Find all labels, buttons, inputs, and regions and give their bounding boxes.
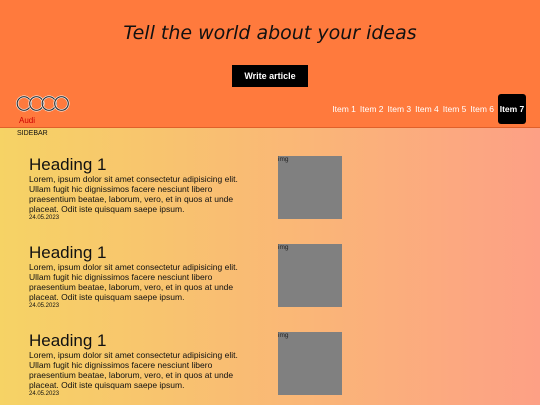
nav-item-2[interactable]: Item 2 (359, 104, 385, 114)
image-alt-text: img (278, 332, 289, 339)
article-date: 24.05.2023 (29, 215, 60, 221)
write-article-button[interactable]: Write article (232, 65, 308, 87)
nav-menu: Item 1 Item 2 Item 3 Item 4 Item 5 Item … (329, 94, 526, 124)
logo-text: Audi (19, 116, 36, 125)
nav-item-5[interactable]: Item 5 (442, 104, 468, 114)
nav-item-7[interactable]: Item 7 (498, 94, 526, 124)
audi-rings-icon (16, 95, 70, 112)
article-heading[interactable]: Heading 1 (29, 244, 107, 262)
article-body: Lorem, ipsum dolor sit amet consectetur … (29, 262, 238, 302)
article-card[interactable]: Heading 1 Lorem, ipsum dolor sit amet co… (29, 244, 349, 314)
nav-item-3[interactable]: Item 3 (387, 104, 413, 114)
article-image[interactable]: img (278, 244, 342, 307)
article-heading[interactable]: Heading 1 (29, 156, 107, 174)
article-date: 24.05.2023 (29, 303, 60, 309)
image-alt-text: img (278, 156, 289, 163)
navbar: Audi Item 1 Item 2 Item 3 Item 4 Item 5 … (0, 89, 540, 128)
article-image[interactable]: img (278, 332, 342, 395)
hero-title: Tell the world about your ideas (123, 22, 417, 44)
audi-logo[interactable]: Audi (16, 95, 72, 125)
article-card[interactable]: Heading 1 Lorem, ipsum dolor sit amet co… (29, 332, 349, 402)
nav-item-4[interactable]: Item 4 (414, 104, 440, 114)
article-date: 24.05.2023 (29, 391, 60, 397)
nav-item-1[interactable]: Item 1 (331, 104, 357, 114)
article-body: Lorem, ipsum dolor sit amet consectetur … (29, 174, 238, 214)
sidebar-label: SIDEBAR (17, 130, 48, 137)
article-body: Lorem, ipsum dolor sit amet consectetur … (29, 350, 238, 390)
article-image[interactable]: img (278, 156, 342, 219)
article-card[interactable]: Heading 1 Lorem, ipsum dolor sit amet co… (29, 156, 349, 226)
hero-banner: Tell the world about your ideas Write ar… (0, 0, 540, 89)
nav-item-6[interactable]: Item 6 (469, 104, 495, 114)
article-heading[interactable]: Heading 1 (29, 332, 107, 350)
image-alt-text: img (278, 244, 289, 251)
